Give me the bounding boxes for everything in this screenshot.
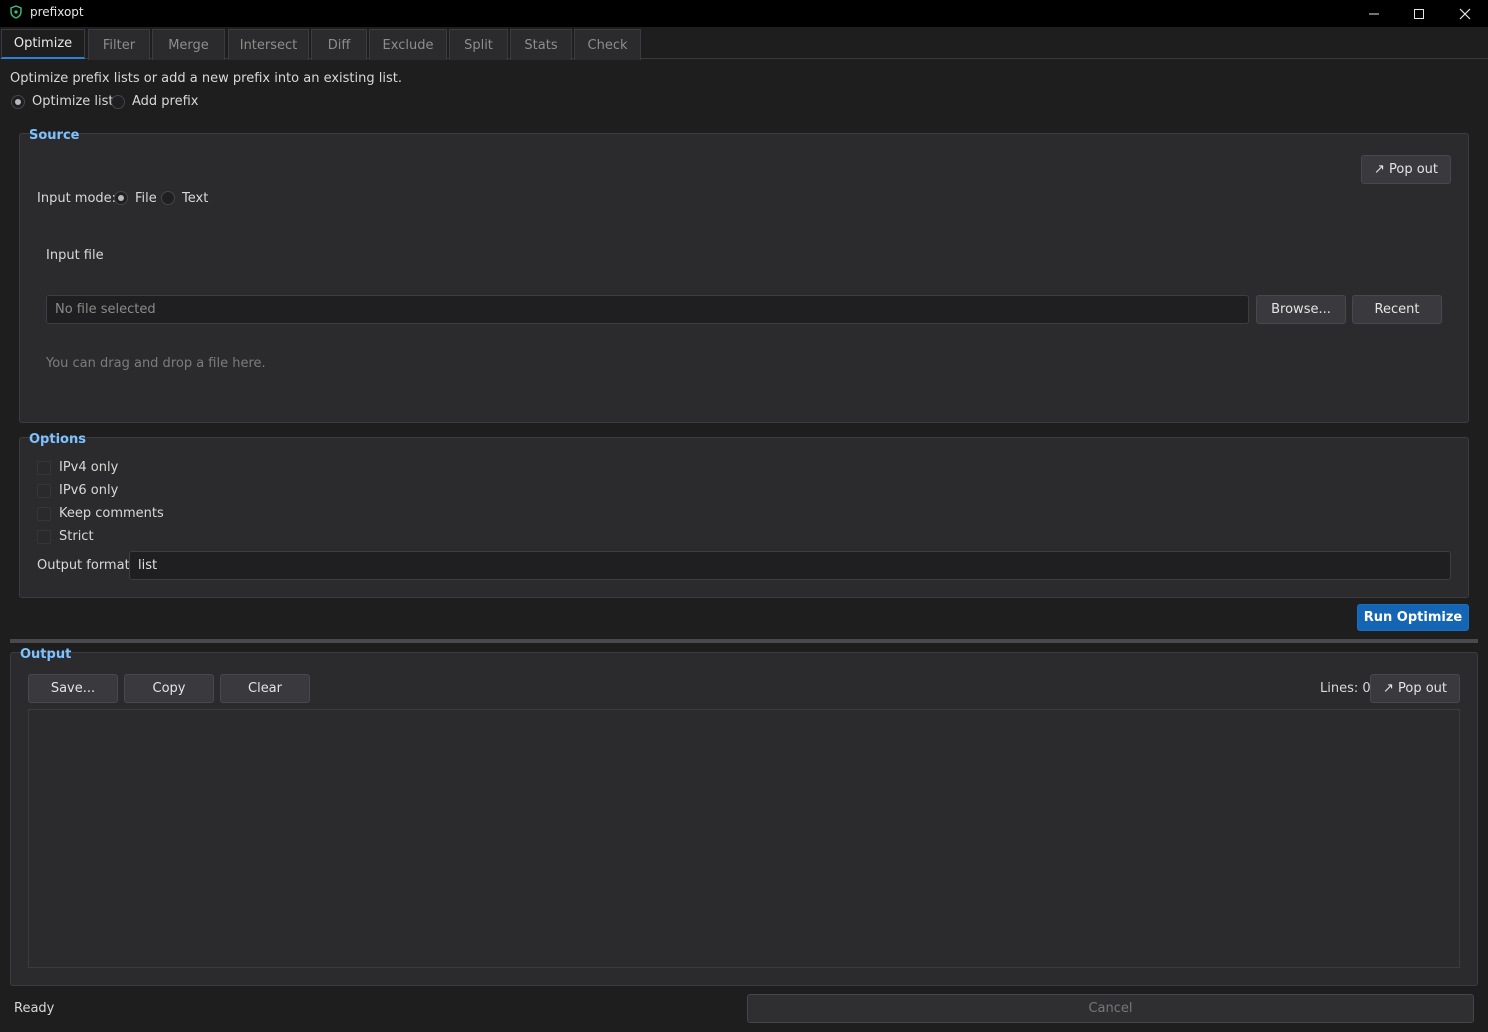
add-prefix-label[interactable]: Add prefix: [132, 94, 199, 109]
close-icon: [1459, 8, 1471, 19]
source-popout-button[interactable]: ↗ Pop out: [1361, 155, 1451, 184]
cancel-button[interactable]: Cancel: [747, 994, 1474, 1023]
close-button[interactable]: [1442, 0, 1488, 27]
output-popout-button[interactable]: ↗ Pop out: [1370, 674, 1460, 703]
copy-button[interactable]: Copy: [124, 674, 214, 703]
output-format-label: Output format:: [37, 558, 135, 573]
input-file-label: Input file: [46, 248, 104, 263]
tab-merge[interactable]: Merge: [152, 29, 225, 60]
clear-button[interactable]: Clear: [220, 674, 310, 703]
text-mode-label[interactable]: Text: [182, 191, 208, 206]
tab-split[interactable]: Split: [449, 29, 508, 60]
tab-check[interactable]: Check: [574, 29, 641, 60]
save-button[interactable]: Save...: [28, 674, 118, 703]
run-optimize-button[interactable]: Run Optimize: [1357, 604, 1469, 631]
file-mode-label[interactable]: File: [135, 191, 157, 206]
optimize-list-radio[interactable]: [11, 95, 25, 109]
recent-button[interactable]: Recent: [1352, 295, 1442, 324]
tab-intersect[interactable]: Intersect: [228, 29, 309, 60]
title-bar: prefixopt: [0, 0, 1488, 27]
text-mode-radio[interactable]: [161, 191, 175, 205]
options-group-title: Options: [29, 432, 86, 447]
file-mode-radio[interactable]: [114, 191, 128, 205]
tab-filter[interactable]: Filter: [88, 29, 150, 60]
drag-drop-hint: You can drag and drop a file here.: [46, 356, 266, 371]
input-file-field[interactable]: No file selected: [46, 295, 1249, 324]
page-description: Optimize prefix lists or add a new prefi…: [10, 71, 402, 86]
splitter-handle[interactable]: [10, 639, 1478, 643]
tab-optimize[interactable]: Optimize: [1, 29, 85, 59]
maximize-icon: [1414, 8, 1424, 19]
maximize-button[interactable]: [1396, 0, 1442, 27]
tab-diff[interactable]: Diff: [311, 29, 367, 60]
add-prefix-radio[interactable]: [111, 95, 125, 109]
output-format-select[interactable]: list: [129, 551, 1451, 580]
keep-comments-label[interactable]: Keep comments: [59, 506, 164, 521]
ipv4-only-label[interactable]: IPv4 only: [59, 460, 118, 475]
minimize-icon: [1369, 13, 1379, 14]
output-text-area[interactable]: [28, 709, 1460, 968]
window-title: prefixopt: [30, 5, 84, 19]
ipv6-only-label[interactable]: IPv6 only: [59, 483, 118, 498]
minimize-button[interactable]: [1351, 0, 1397, 27]
output-group-title: Output: [20, 647, 72, 662]
tab-stats[interactable]: Stats: [510, 29, 572, 60]
keep-comments-checkbox[interactable]: [37, 507, 51, 521]
lines-count: Lines: 0: [1320, 681, 1371, 696]
input-mode-label: Input mode:: [37, 191, 117, 206]
shield-icon: [10, 5, 22, 19]
tab-exclude[interactable]: Exclude: [369, 29, 447, 60]
source-group-title: Source: [29, 128, 80, 143]
ipv4-only-checkbox[interactable]: [37, 461, 51, 475]
tab-bar: Optimize Filter Merge Intersect Diff Exc…: [0, 27, 1488, 60]
optimize-list-label[interactable]: Optimize list: [32, 94, 114, 109]
browse-button[interactable]: Browse...: [1256, 295, 1346, 324]
source-group: [19, 133, 1469, 423]
status-text: Ready: [14, 1001, 55, 1016]
strict-checkbox[interactable]: [37, 530, 51, 544]
strict-label[interactable]: Strict: [59, 529, 94, 544]
ipv6-only-checkbox[interactable]: [37, 484, 51, 498]
